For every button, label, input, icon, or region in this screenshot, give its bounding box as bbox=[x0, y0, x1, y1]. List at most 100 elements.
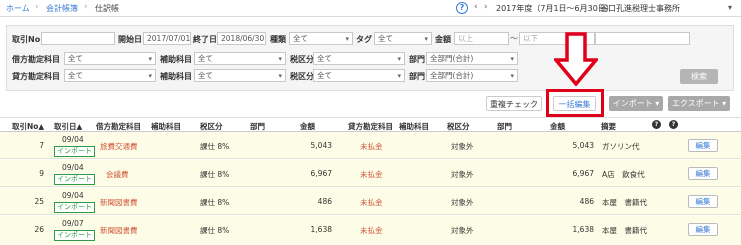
col-dept2: 部門 bbox=[497, 122, 512, 131]
row-amount: 5,043 bbox=[310, 141, 332, 150]
question-icon[interactable]: ? bbox=[669, 120, 678, 129]
department-2-select[interactable]: 全部門(合計) bbox=[426, 69, 518, 82]
sub-account-label: 補助科目 bbox=[160, 55, 192, 64]
breadcrumb-current: 仕訳帳 bbox=[95, 4, 119, 13]
col-sub: 補助科目 bbox=[151, 122, 181, 131]
edit-button[interactable]: 編集 bbox=[688, 167, 718, 180]
filter-panel: 取引No 開始日 2017/07/01 終了日 2018/06/30 種類 全て… bbox=[6, 25, 734, 91]
col-amount: 金額 bbox=[300, 122, 315, 131]
col-amount2: 金額 bbox=[550, 122, 565, 131]
col-debit: 借方勘定科目 bbox=[96, 122, 141, 131]
row-tax2: 対象外 bbox=[451, 226, 474, 235]
row-date: 09/04 bbox=[62, 191, 84, 200]
row-tax: 課仕 8% bbox=[200, 198, 230, 207]
row-id: 9 bbox=[39, 169, 44, 178]
start-date-label: 開始日 bbox=[118, 35, 142, 44]
row-tax: 課仕 8% bbox=[200, 142, 230, 151]
debit-account-select[interactable]: 全て bbox=[64, 52, 156, 65]
table-row[interactable]: 7 09/04 インポート 旅費交通費 課仕 8% 5,043 未払金 対象外 … bbox=[0, 132, 741, 159]
col-memo: 摘要 bbox=[601, 122, 616, 131]
edit-button[interactable]: 編集 bbox=[688, 139, 718, 152]
row-memo: A店 飲食代 bbox=[602, 170, 645, 179]
debit-account-label: 借方勘定科目 bbox=[12, 55, 60, 64]
duplicate-check-button[interactable]: 重複チェック bbox=[486, 96, 542, 111]
id-input[interactable] bbox=[41, 32, 115, 45]
row-amount: 486 bbox=[317, 197, 332, 206]
row-date: 09/04 bbox=[62, 135, 84, 144]
breadcrumb-separator-icon: › bbox=[84, 2, 88, 12]
row-credit[interactable]: 未払金 bbox=[360, 197, 383, 208]
row-amount2: 6,967 bbox=[572, 169, 594, 178]
row-amount: 1,638 bbox=[310, 225, 332, 234]
col-dept: 部門 bbox=[250, 122, 265, 131]
department-label: 部門 bbox=[409, 55, 425, 64]
fiscal-year[interactable]: 2017年度（7月1日〜6月30日） bbox=[496, 3, 614, 14]
type-label: 種類 bbox=[270, 35, 286, 44]
edit-button[interactable]: 編集 bbox=[688, 195, 718, 208]
col-credit: 貸方勘定科目 bbox=[348, 122, 393, 131]
keyword-input[interactable] bbox=[595, 32, 690, 45]
chevron-down-icon[interactable]: ▾ bbox=[728, 3, 732, 12]
import-badge: インポート bbox=[54, 230, 95, 241]
prev-year-icon[interactable]: ‹ bbox=[474, 2, 478, 12]
row-tax: 課仕 8% bbox=[200, 226, 230, 235]
import-badge: インポート bbox=[54, 146, 95, 157]
office-name[interactable]: 谷口孔進税理士事務所 bbox=[600, 3, 680, 14]
col-date[interactable]: 取引日▲ bbox=[54, 121, 82, 132]
row-debit[interactable]: 新聞図書費 bbox=[100, 197, 138, 208]
row-date: 09/04 bbox=[62, 163, 84, 172]
end-date-input[interactable]: 2018/06/30 bbox=[217, 32, 266, 45]
sub-account-select[interactable]: 全て bbox=[194, 52, 286, 65]
top-nav: ホーム › 会計帳簿 › 仕訳帳 ? ‹ › 2017年度（7月1日〜6月30日… bbox=[0, 0, 741, 17]
sub-account-2-select[interactable]: 全て bbox=[194, 69, 286, 82]
import-badge: インポート bbox=[54, 174, 95, 185]
tax-class-select[interactable]: 全て bbox=[313, 52, 405, 65]
amount-label: 金額 bbox=[435, 35, 451, 44]
row-credit[interactable]: 未払金 bbox=[360, 169, 383, 180]
department-select[interactable]: 全部門(合計) bbox=[426, 52, 518, 65]
row-debit[interactable]: 会議費 bbox=[106, 169, 129, 180]
row-tax: 課仕 8% bbox=[200, 170, 230, 179]
import-badge: インポート bbox=[54, 202, 95, 213]
row-tax2: 対象外 bbox=[451, 142, 474, 151]
import-button[interactable]: インポート ▾ bbox=[609, 96, 663, 111]
type-select[interactable]: 全て bbox=[289, 32, 353, 45]
row-id: 25 bbox=[34, 197, 44, 206]
highlight-box bbox=[546, 89, 604, 117]
row-credit[interactable]: 未払金 bbox=[360, 225, 383, 236]
row-credit[interactable]: 未払金 bbox=[360, 141, 383, 152]
row-memo: ガソリン代 bbox=[602, 142, 640, 151]
credit-account-select[interactable]: 全て bbox=[64, 69, 156, 82]
edit-button[interactable]: 編集 bbox=[688, 223, 718, 236]
row-date: 09/07 bbox=[62, 219, 84, 228]
row-debit[interactable]: 新聞図書費 bbox=[100, 225, 138, 236]
table-row[interactable]: 25 09/04 インポート 新聞図書費 課仕 8% 486 未払金 対象外 4… bbox=[0, 188, 741, 215]
table-header: 取引No▲ 取引日▲ 借方勘定科目 補助科目 税区分 部門 金額 貸方勘定科目 … bbox=[0, 117, 741, 132]
table-row[interactable]: 9 09/04 インポート 会議費 課仕 8% 6,967 未払金 対象外 6,… bbox=[0, 160, 741, 187]
col-id[interactable]: 取引No▲ bbox=[12, 121, 44, 132]
col-sub2: 補助科目 bbox=[399, 122, 429, 131]
export-button[interactable]: エクスポート ▾ bbox=[668, 96, 730, 111]
sub-account-2-label: 補助科目 bbox=[160, 72, 192, 81]
start-date-input[interactable]: 2017/07/01 bbox=[143, 32, 191, 45]
row-debit[interactable]: 旅費交通費 bbox=[100, 141, 138, 152]
search-button[interactable]: 検索 bbox=[680, 69, 718, 84]
row-id: 7 bbox=[39, 141, 44, 150]
next-year-icon[interactable]: › bbox=[484, 2, 488, 12]
range-tilde: 〜 bbox=[510, 34, 518, 43]
col-tax: 税区分 bbox=[200, 122, 223, 131]
id-label: 取引No bbox=[12, 35, 41, 44]
tax-class-label: 税区分 bbox=[290, 55, 314, 64]
question-icon[interactable]: ? bbox=[652, 120, 661, 129]
amount-min-input[interactable]: 以上 bbox=[454, 32, 509, 45]
tax-class-2-label: 税区分 bbox=[290, 72, 314, 81]
help-icon[interactable]: ? bbox=[456, 2, 468, 14]
breadcrumb-ledger[interactable]: 会計帳簿 bbox=[46, 3, 78, 14]
breadcrumb-home[interactable]: ホーム bbox=[6, 3, 30, 14]
tag-select[interactable]: 全て bbox=[374, 32, 432, 45]
table-row[interactable]: 26 09/07 インポート 新聞図書費 課仕 8% 1,638 未払金 対象外… bbox=[0, 216, 741, 245]
tag-label: タグ bbox=[356, 35, 372, 44]
tax-class-2-select[interactable]: 全て bbox=[313, 69, 405, 82]
end-date-label: 終了日 bbox=[193, 35, 217, 44]
breadcrumb-separator-icon: › bbox=[35, 2, 39, 12]
